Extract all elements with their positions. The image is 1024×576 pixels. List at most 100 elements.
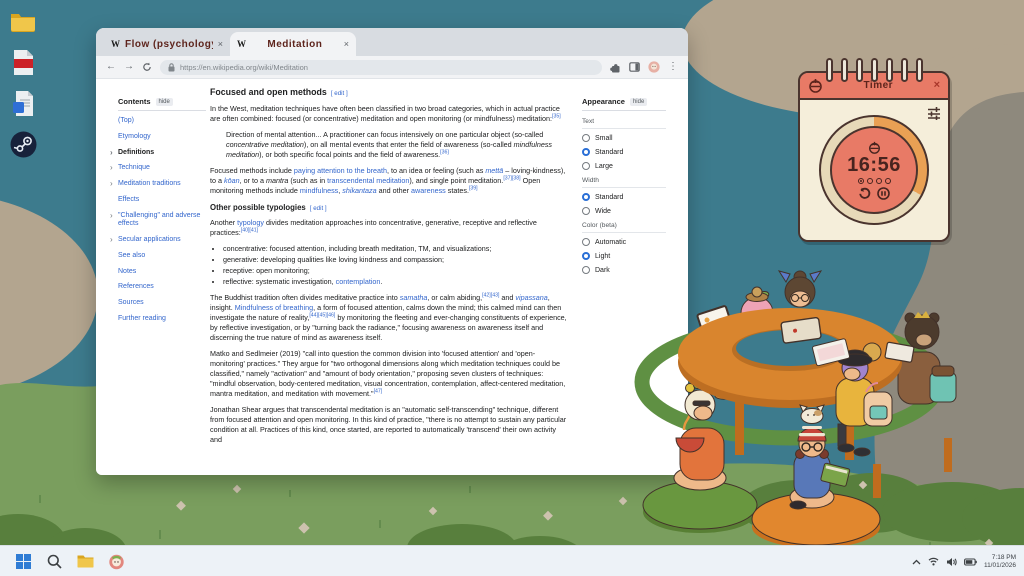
radio-option[interactable]: Standard bbox=[582, 193, 666, 201]
radio-option[interactable]: Small bbox=[582, 134, 666, 142]
toc-item[interactable]: › Etymology bbox=[118, 133, 206, 142]
wiki-link[interactable]: Mindfulness of breathing bbox=[235, 303, 313, 312]
edit-link[interactable]: [ edit ] bbox=[331, 90, 348, 97]
steam-icon[interactable] bbox=[8, 129, 38, 159]
radio-icon[interactable] bbox=[582, 193, 590, 201]
radio-option[interactable]: Dark bbox=[582, 266, 666, 274]
chevron-up-icon[interactable] bbox=[912, 559, 921, 565]
start-button-icon[interactable] bbox=[14, 552, 32, 570]
wiki-link[interactable]: vipassana bbox=[515, 293, 547, 302]
tomato-icon bbox=[868, 141, 881, 154]
search-icon[interactable] bbox=[45, 552, 63, 570]
browser-menu-icon[interactable]: ⋮ bbox=[668, 62, 678, 72]
file-explorer-icon[interactable] bbox=[76, 552, 94, 570]
battery-icon[interactable] bbox=[964, 558, 977, 566]
wiki-link[interactable]: shikantaza bbox=[342, 186, 376, 195]
tab-meditation[interactable]: W Meditation × bbox=[230, 32, 356, 56]
toc-item[interactable]: › See also bbox=[118, 252, 206, 261]
forward-icon[interactable]: → bbox=[124, 62, 134, 72]
radio-icon[interactable] bbox=[582, 207, 590, 215]
toc-item[interactable]: › Sources bbox=[118, 299, 206, 308]
reload-icon[interactable] bbox=[142, 62, 152, 72]
reset-button[interactable] bbox=[858, 187, 871, 200]
tab-close-icon[interactable]: × bbox=[344, 39, 349, 49]
wikipedia-favicon: W bbox=[237, 39, 246, 49]
radio-option[interactable]: Automatic bbox=[582, 238, 666, 246]
wiki-link[interactable]: paying attention to the breath bbox=[294, 166, 387, 175]
radio-icon[interactable] bbox=[582, 266, 590, 274]
radio-icon[interactable] bbox=[582, 162, 590, 170]
extensions-icon[interactable] bbox=[610, 62, 621, 73]
toc-item[interactable]: › Notes bbox=[118, 268, 206, 277]
toc-item[interactable]: › Definitions bbox=[118, 149, 206, 158]
wiki-link[interactable]: [44][45][46] bbox=[309, 313, 335, 319]
radio-icon[interactable] bbox=[582, 148, 590, 156]
radio-label: Small bbox=[595, 135, 613, 142]
chevron-right-icon[interactable]: › bbox=[110, 211, 113, 221]
wiki-link[interactable]: kōan bbox=[224, 176, 240, 185]
document-blue-icon[interactable] bbox=[8, 88, 38, 118]
profile-avatar[interactable] bbox=[648, 61, 660, 73]
toc-title: Contents bbox=[118, 97, 151, 106]
wiki-link[interactable]: [42][43] bbox=[482, 293, 499, 299]
study-timer-app-icon[interactable] bbox=[107, 552, 125, 570]
article-h4: Other possible typologies[ edit ] bbox=[210, 203, 568, 214]
chevron-right-icon[interactable]: › bbox=[110, 179, 113, 189]
chevron-right-icon[interactable]: › bbox=[110, 148, 113, 158]
timer-dial: 16:56 bbox=[830, 126, 918, 214]
edit-link[interactable]: [ edit ] bbox=[310, 205, 327, 212]
document-red-icon[interactable] bbox=[8, 47, 38, 77]
wiki-link[interactable]: [36] bbox=[440, 150, 449, 156]
wiki-link[interactable]: mindfulness bbox=[300, 186, 338, 195]
folder-icon[interactable] bbox=[8, 6, 38, 36]
wiki-link[interactable]: contemplation bbox=[336, 277, 381, 286]
toc-hide-button[interactable]: hide bbox=[156, 98, 173, 106]
toc-item[interactable]: › Meditation traditions bbox=[118, 180, 206, 189]
appearance-hide-button[interactable]: hide bbox=[630, 98, 647, 106]
radio-option[interactable]: Large bbox=[582, 162, 666, 170]
wiki-link[interactable]: [37][38] bbox=[503, 176, 520, 182]
article-list-item: reflective: systematic investigation, co… bbox=[223, 277, 568, 287]
radio-option[interactable]: Standard bbox=[582, 148, 666, 156]
radio-icon[interactable] bbox=[582, 238, 590, 246]
url-text: https://en.wikipedia.org/wiki/Meditation bbox=[180, 63, 308, 72]
toc-item[interactable]: › (Top) bbox=[118, 117, 206, 126]
toc-item[interactable]: › "Challenging" and adverse effects bbox=[118, 212, 206, 230]
wiki-link[interactable]: [47] bbox=[374, 389, 383, 395]
wiki-link[interactable]: [40][41] bbox=[241, 228, 258, 234]
toc-item[interactable]: › References bbox=[118, 283, 206, 292]
taskbar-clock[interactable]: 7:18 PM 11/01/2026 bbox=[984, 554, 1016, 570]
toc-item[interactable]: › Effects bbox=[118, 196, 206, 205]
toc-item[interactable]: › Further reading bbox=[118, 315, 206, 324]
wiki-link[interactable]: [35] bbox=[552, 114, 561, 120]
tab-close-icon[interactable]: × bbox=[218, 39, 223, 49]
radio-option[interactable]: Light bbox=[582, 252, 666, 260]
wiki-link[interactable]: transcendental meditation bbox=[327, 176, 409, 185]
chevron-right-icon[interactable]: › bbox=[110, 235, 113, 245]
wiki-link[interactable]: [39] bbox=[469, 186, 478, 192]
article-p: Another typology divides meditation appr… bbox=[210, 218, 568, 238]
wiki-link[interactable]: mettā bbox=[485, 166, 503, 175]
wikipedia-page: Contents hide › (Top) › Etymology bbox=[96, 79, 688, 475]
chevron-right-icon[interactable]: › bbox=[110, 163, 113, 173]
radio-label: Standard bbox=[595, 194, 623, 201]
session-dot bbox=[858, 178, 864, 184]
side-panel-icon[interactable] bbox=[629, 62, 640, 72]
toc-item[interactable]: › Secular applications bbox=[118, 236, 206, 245]
tab-flow-psychology[interactable]: W Flow (psychology) × bbox=[104, 32, 230, 56]
radio-icon[interactable] bbox=[582, 252, 590, 260]
wiki-link[interactable]: awareness bbox=[411, 186, 446, 195]
settings-sliders-icon[interactable] bbox=[927, 106, 941, 120]
toc-item[interactable]: › Technique bbox=[118, 164, 206, 173]
volume-icon[interactable] bbox=[946, 557, 957, 567]
pause-button[interactable] bbox=[877, 187, 890, 200]
wiki-link[interactable]: samatha bbox=[400, 293, 428, 302]
back-icon[interactable]: ← bbox=[106, 62, 116, 72]
wiki-link[interactable]: typology bbox=[237, 218, 264, 227]
radio-option[interactable]: Wide bbox=[582, 207, 666, 215]
address-bar[interactable]: https://en.wikipedia.org/wiki/Meditation bbox=[160, 60, 602, 75]
wifi-icon[interactable] bbox=[928, 557, 939, 566]
radio-icon[interactable] bbox=[582, 134, 590, 142]
article-p: The Buddhist tradition often divides med… bbox=[210, 293, 568, 343]
toolbar-right-icons: ⋮ bbox=[610, 61, 678, 73]
